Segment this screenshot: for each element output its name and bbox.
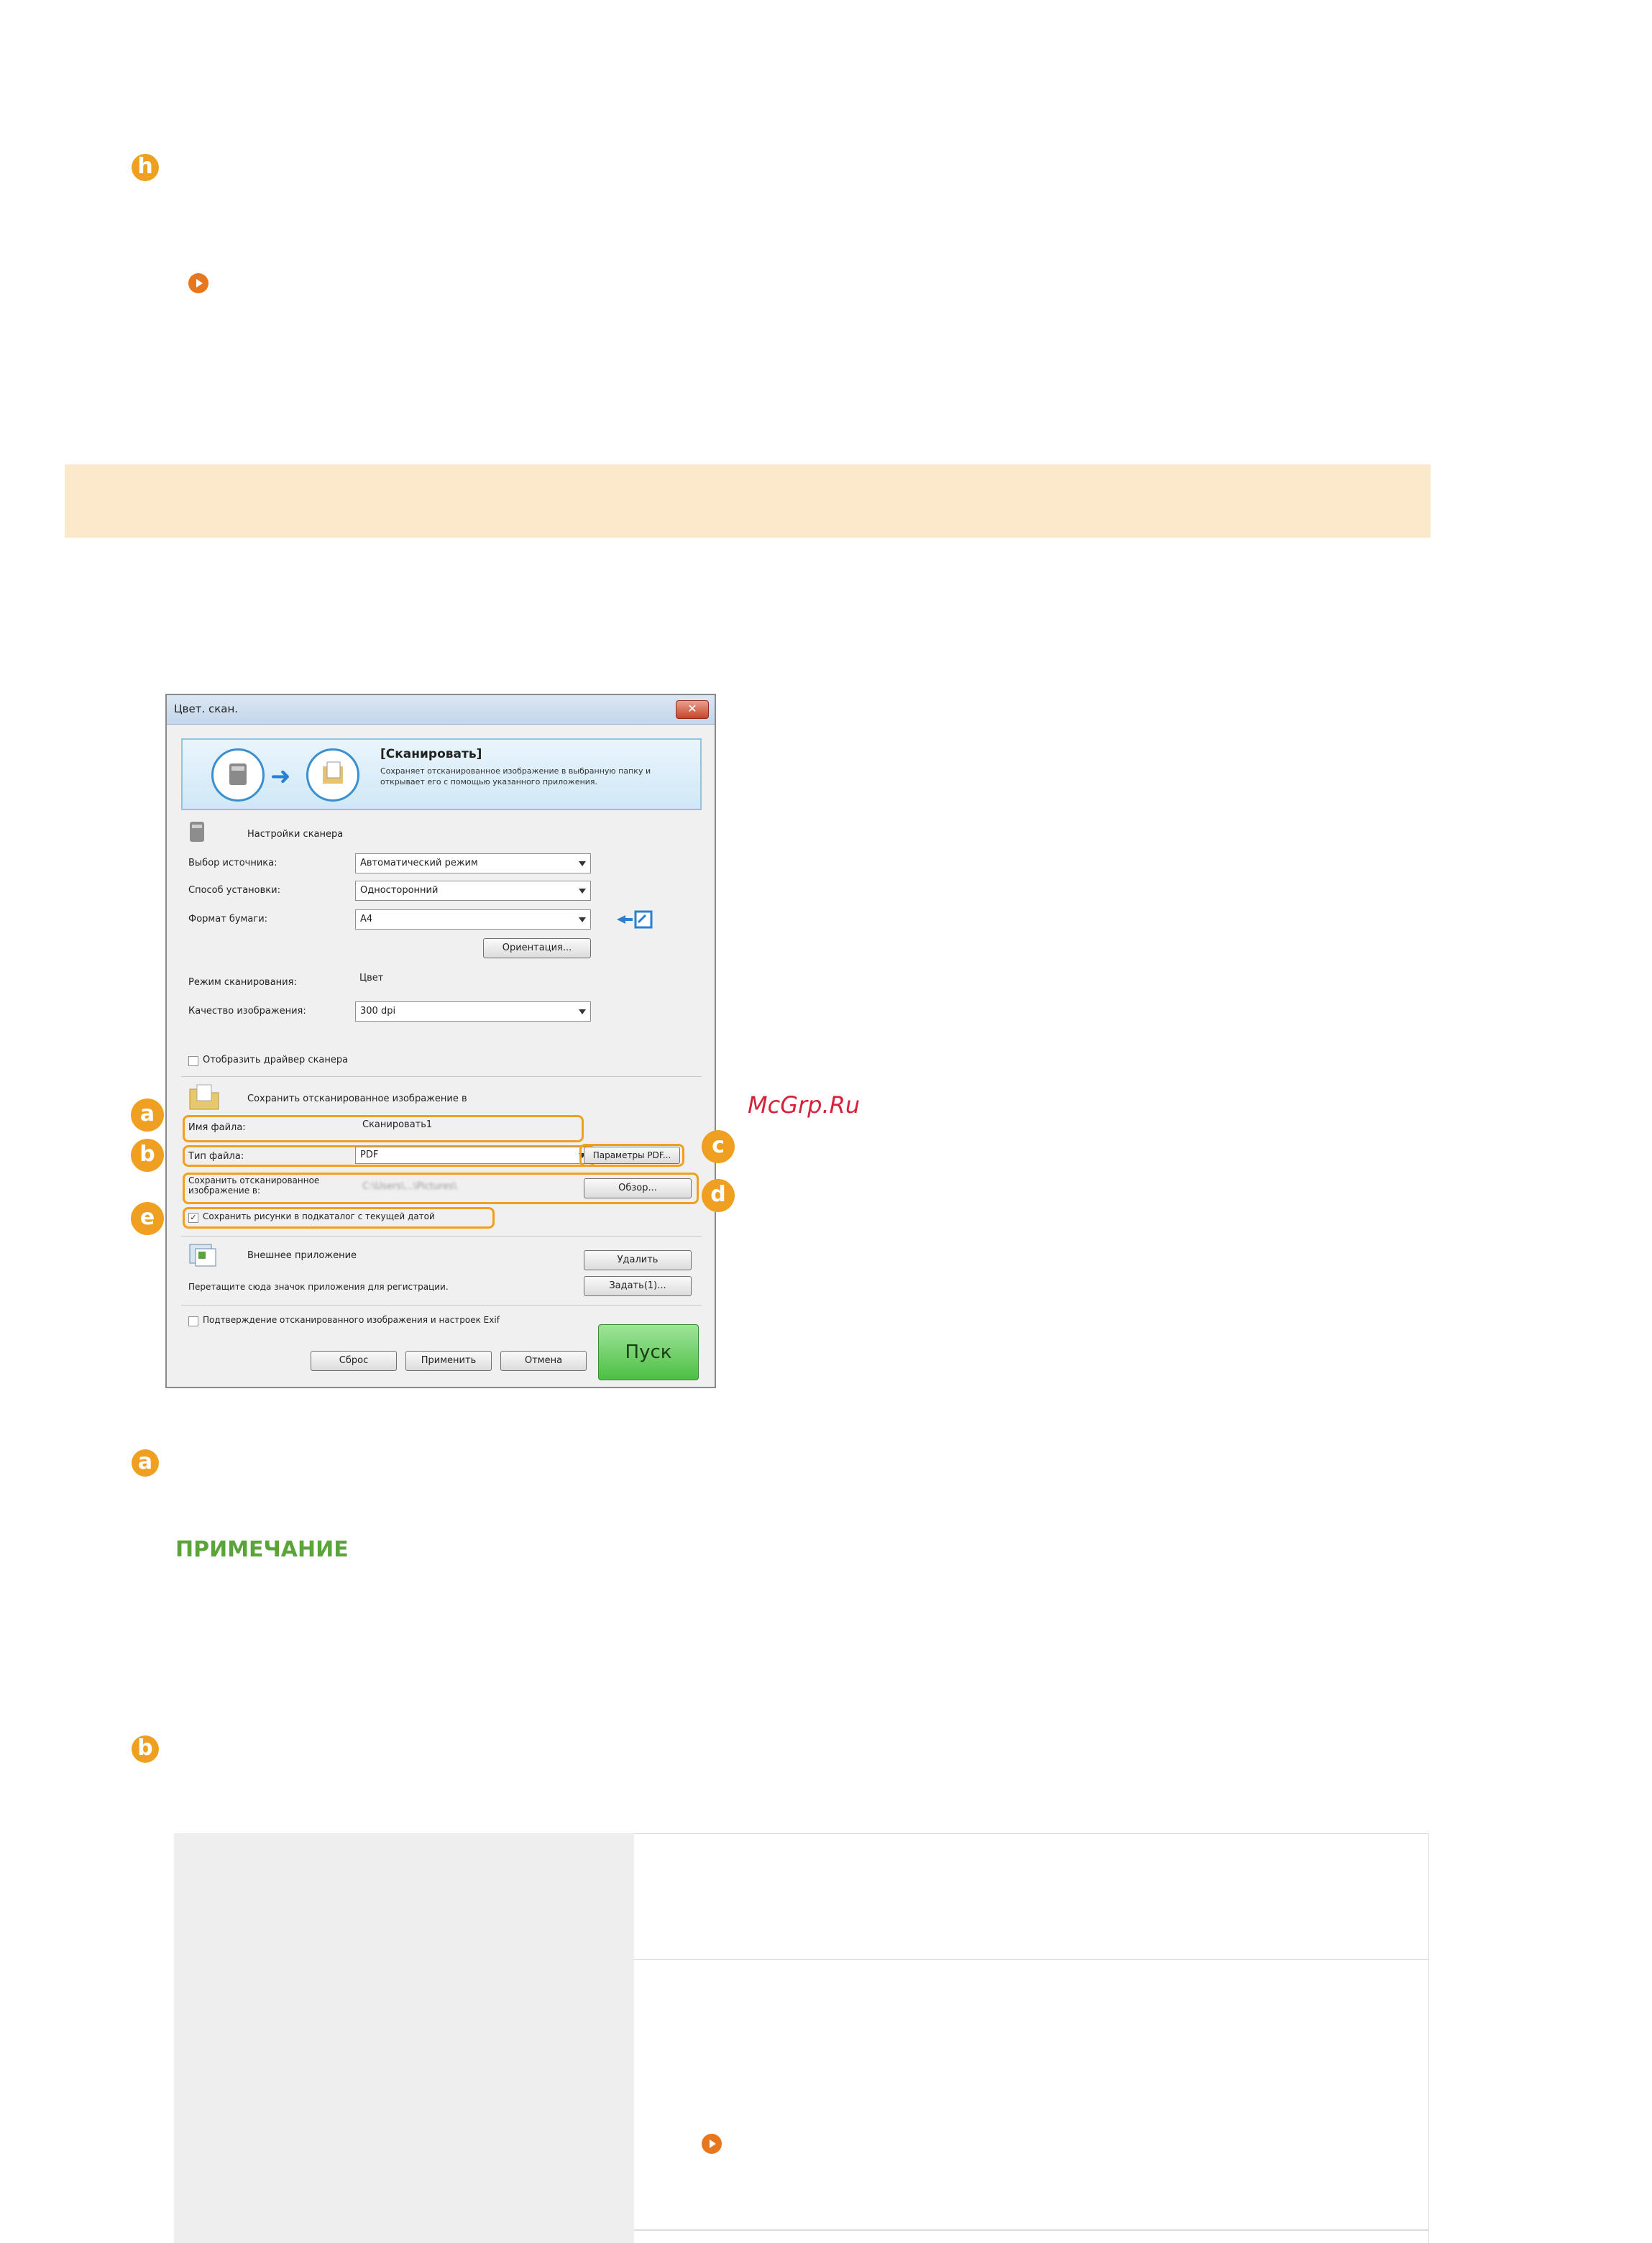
source-select[interactable]: Автоматический режим — [355, 853, 591, 873]
badge-b: b — [132, 1735, 159, 1763]
table-cell-label — [174, 1960, 634, 2230]
filetype-select[interactable]: PDF — [355, 1147, 591, 1164]
save-section-heading: Сохранить отсканированное изображение в — [247, 1093, 467, 1104]
chevron-down-icon — [579, 1009, 586, 1014]
banner-description: Сохраняет отсканированное изображение в … — [380, 766, 651, 786]
subfolder-checkbox[interactable]: ✓ — [188, 1213, 198, 1223]
divider — [181, 1305, 702, 1306]
banner-title: [Сканировать] — [380, 747, 482, 761]
scanner-settings-heading: Настройки сканера — [247, 829, 344, 840]
callout-e: e — [131, 1202, 164, 1235]
filename-label: Имя файла: — [188, 1122, 246, 1133]
dialog-title: Цвет. скан. — [174, 702, 239, 715]
callout-a: a — [131, 1098, 164, 1132]
callout-d: d — [702, 1179, 735, 1212]
scanner-icon — [211, 748, 265, 802]
show-driver-checkbox[interactable] — [188, 1056, 198, 1066]
placement-select[interactable]: Односторонний — [355, 881, 591, 901]
drag-hint: Перетащите сюда значок приложения для ре… — [188, 1282, 449, 1292]
confirm-checkbox[interactable] — [188, 1316, 198, 1326]
table-row — [174, 1960, 1429, 2230]
note-heading: ПРИМЕЧАНИЕ — [175, 1537, 349, 1562]
source-label: Выбор источника: — [188, 858, 277, 868]
arrow-right-icon: ➜ — [270, 762, 291, 791]
dialog-title-bar: Цвет. скан. ✕ — [167, 695, 715, 725]
scan-dialog: Цвет. скан. ✕ ➜ [Сканировать] Сохраняет … — [165, 694, 716, 1388]
save-to-path: C:\Users\...\Pictures\ — [362, 1181, 457, 1192]
reset-button[interactable]: Сброс — [311, 1351, 397, 1371]
table-cell-value — [634, 1960, 1429, 2230]
set-button[interactable]: Задать(1)... — [584, 1276, 692, 1296]
filetype-label: Тип файла: — [188, 1151, 244, 1162]
pdf-params-button[interactable]: Параметры PDF... — [584, 1147, 680, 1164]
badge-a: a — [132, 1449, 159, 1477]
watermark: McGrp.Ru — [748, 1091, 861, 1119]
scan-mode-value: Цвет — [359, 973, 384, 983]
placement-label: Способ установки: — [188, 885, 280, 896]
apply-button[interactable]: Применить — [405, 1351, 492, 1371]
paper-size-label: Формат бумаги: — [188, 914, 268, 925]
delete-button[interactable]: Удалить — [584, 1250, 692, 1270]
filename-value[interactable]: Сканировать1 — [362, 1119, 432, 1130]
quality-select[interactable]: 300 dpi — [355, 1001, 591, 1022]
link-arrow-icon[interactable] — [702, 2134, 722, 2154]
folder-app-icon — [306, 748, 359, 802]
badge-h: h — [132, 154, 159, 181]
orientation-button[interactable]: Ориентация... — [483, 938, 591, 958]
divider — [181, 1076, 702, 1077]
mode-banner: ➜ [Сканировать] Сохраняет отсканированно… — [181, 738, 702, 810]
start-button[interactable]: Пуск — [598, 1324, 699, 1380]
folder-icon — [188, 1083, 220, 1114]
link-arrow-icon[interactable] — [188, 273, 208, 293]
callout-b: b — [131, 1139, 164, 1172]
confirm-label: Подтверждение отсканированного изображен… — [203, 1315, 500, 1325]
scanner-settings-icon — [188, 819, 206, 846]
paper-size-select[interactable]: A4 — [355, 909, 591, 930]
show-driver-label: Отобразить драйвер сканера — [203, 1055, 349, 1065]
table-cell-label — [174, 1833, 634, 1960]
scan-mode-label: Режим сканирования: — [188, 977, 297, 988]
application-icon — [188, 1240, 219, 1270]
save-to-label: Сохранить отсканированное изображение в: — [188, 1175, 320, 1196]
close-button[interactable]: ✕ — [676, 700, 709, 719]
table-row — [174, 1833, 1429, 1960]
table-cell-label — [174, 2230, 634, 2243]
divider — [181, 1236, 702, 1237]
chevron-down-icon — [579, 917, 586, 922]
chevron-down-icon — [579, 889, 586, 894]
table-row — [174, 2230, 1429, 2243]
callout-c: c — [702, 1130, 735, 1163]
subfolder-label: Сохранить рисунки в подкаталог с текущей… — [203, 1211, 435, 1221]
quality-label: Качество изображения: — [188, 1006, 306, 1017]
section-header-band — [65, 464, 1431, 538]
cancel-button[interactable]: Отмена — [500, 1351, 587, 1371]
browse-button[interactable]: Обзор... — [584, 1178, 692, 1198]
chevron-down-icon — [579, 861, 586, 866]
paper-orientation-icon[interactable] — [614, 908, 654, 934]
external-app-heading: Внешнее приложение — [247, 1250, 357, 1261]
table-cell-value — [634, 2230, 1429, 2243]
table-cell-value — [634, 1833, 1429, 1960]
